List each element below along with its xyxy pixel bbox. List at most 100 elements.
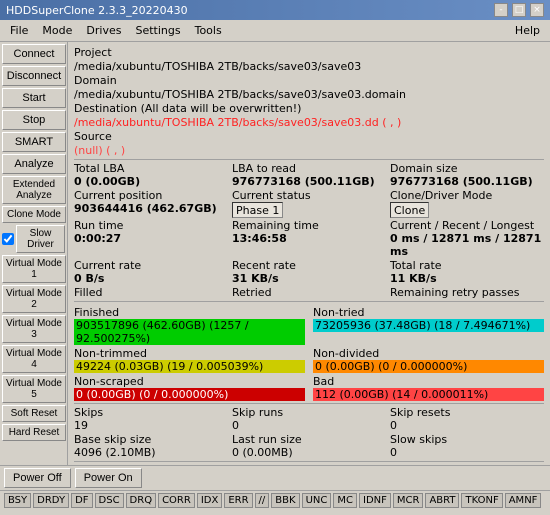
slow-skips-label: Slow skips: [390, 433, 544, 446]
virtual-mode-5-button[interactable]: Virtual Mode 5: [2, 375, 66, 403]
status-idnf: IDNF: [359, 493, 391, 508]
status-tkonf: TKONF: [461, 493, 502, 508]
menu-tools[interactable]: Tools: [189, 22, 228, 39]
recent-rate-label: Recent rate: [232, 259, 386, 272]
menu-file[interactable]: File: [4, 22, 34, 39]
destination-label: Destination (All data will be overwritte…: [74, 102, 301, 115]
project-value-row: /media/xubuntu/TOSHIBA 2TB/backs/save03/…: [74, 60, 544, 73]
extended-analyze-button[interactable]: Extended Analyze: [2, 176, 66, 204]
status-dsc: DSC: [95, 493, 124, 508]
current-recent-longest-label: Current / Recent / Longest: [390, 219, 544, 232]
bad-label: Bad: [313, 375, 544, 388]
connect-button[interactable]: Connect: [2, 44, 66, 64]
smart-button[interactable]: SMART: [2, 132, 66, 152]
domain-size-value: 976773168 (500.11GB): [390, 175, 544, 188]
domain-row: Domain: [74, 74, 544, 87]
finished-label: Finished: [74, 306, 305, 319]
current-pos-value: 903644416 (462.67GB): [74, 202, 228, 215]
source-label-row: Source: [74, 130, 544, 143]
slow-driver-checkbox[interactable]: [2, 233, 14, 245]
slow-driver-row: Slow Driver: [2, 225, 65, 253]
maximize-button[interactable]: □: [512, 3, 526, 17]
menu-drives[interactable]: Drives: [80, 22, 127, 39]
virtual-mode-1-button[interactable]: Virtual Mode 1: [2, 255, 66, 283]
status-bar: BSY DRDY DF DSC DRQ CORR IDX ERR // BBK …: [0, 490, 550, 510]
total-rate-cell: Total rate 11 KB/s: [390, 259, 544, 285]
skips-label: Skips: [74, 406, 228, 419]
clone-mode-cell: Clone/Driver Mode Clone: [390, 189, 544, 218]
domain-size-cell: Domain size 976773168 (500.11GB): [390, 162, 544, 188]
info-grid: Total LBA 0 (0.00GB) LBA to read 9767731…: [74, 162, 544, 299]
left-panel: Connect Disconnect Start Stop SMART Anal…: [0, 42, 68, 465]
virtual-mode-2-button[interactable]: Virtual Mode 2: [2, 285, 66, 313]
remaining-retry-label: Remaining retry passes: [390, 286, 544, 299]
skip-resets-value: 0: [390, 419, 544, 432]
skip-runs-cell: Skip runs 0: [232, 406, 386, 432]
destination-value: /media/xubuntu/TOSHIBA 2TB/backs/save03/…: [74, 116, 401, 129]
run-time-label: Run time: [74, 219, 228, 232]
bad-value: 112 (0.00GB) (14 / 0.000011%): [313, 388, 544, 401]
menu-mode[interactable]: Mode: [36, 22, 78, 39]
clone-mode-button[interactable]: Clone Mode: [2, 206, 66, 223]
virtual-mode-4-button[interactable]: Virtual Mode 4: [2, 345, 66, 373]
finished-stat: Finished 903517896 (462.60GB) (1257 / 92…: [74, 306, 305, 345]
title-buttons[interactable]: - □ ×: [494, 3, 544, 17]
non-divided-stat: Non-divided 0 (0.00GB) (0 / 0.000000%): [313, 347, 544, 373]
non-divided-label: Non-divided: [313, 347, 544, 360]
virtual-mode-3-button[interactable]: Virtual Mode 3: [2, 315, 66, 343]
project-label: Project: [74, 46, 194, 59]
status-mcr: MCR: [393, 493, 424, 508]
analyze-button[interactable]: Analyze: [2, 154, 66, 174]
current-rate-label: Current rate: [74, 259, 228, 272]
status-err: ERR: [224, 493, 252, 508]
retried-label: Retried: [232, 286, 386, 299]
skip-runs-label: Skip runs: [232, 406, 386, 419]
slow-driver-button[interactable]: Slow Driver: [16, 225, 65, 253]
current-recent-longest-cell: Current / Recent / Longest 0 ms / 12871 …: [390, 219, 544, 258]
finished-value: 903517896 (462.60GB) (1257 / 92.500275%): [74, 319, 305, 345]
power-on-button[interactable]: Power On: [75, 468, 142, 488]
lba-to-read-cell: LBA to read 976773168 (500.11GB): [232, 162, 386, 188]
hard-reset-button[interactable]: Hard Reset: [2, 424, 66, 441]
close-button[interactable]: ×: [530, 3, 544, 17]
non-tried-value: 73205936 (37.48GB) (18 / 7.494671%): [313, 319, 544, 332]
retried-cell: Retried: [232, 286, 386, 299]
run-time-cell: Run time 0:00:27: [74, 219, 228, 258]
skips-value: 19: [74, 419, 228, 432]
skips-grid: Skips 19 Skip runs 0 Skip resets 0 Base …: [74, 406, 544, 459]
menu-settings[interactable]: Settings: [129, 22, 186, 39]
destination-label-row: Destination (All data will be overwritte…: [74, 102, 544, 115]
source-value-row: (null) ( , ): [74, 144, 544, 157]
power-off-button[interactable]: Power Off: [4, 468, 71, 488]
current-pos-cell: Current position 903644416 (462.67GB): [74, 189, 228, 218]
lba-to-read-value: 976773168 (500.11GB): [232, 175, 386, 188]
base-skip-value: 4096 (2.10MB): [74, 446, 228, 459]
non-trimmed-label: Non-trimmed: [74, 347, 305, 360]
disconnect-button[interactable]: Disconnect: [2, 66, 66, 86]
start-button[interactable]: Start: [2, 88, 66, 108]
menu-help[interactable]: Help: [509, 22, 546, 39]
divider-2: [74, 301, 544, 302]
source-label: Source: [74, 130, 194, 143]
stats-section: Finished 903517896 (462.60GB) (1257 / 92…: [74, 306, 544, 401]
current-status-value: Phase 1: [232, 202, 283, 218]
status-bsy: BSY: [4, 493, 31, 508]
status-slash: //: [255, 493, 270, 508]
menu-bar: File Mode Drives Settings Tools Help: [0, 20, 550, 42]
stop-button[interactable]: Stop: [2, 110, 66, 130]
current-status-cell: Current status Phase 1: [232, 189, 386, 218]
filled-label: Filled: [74, 286, 228, 299]
skip-resets-label: Skip resets: [390, 406, 544, 419]
recent-rate-cell: Recent rate 31 KB/s: [232, 259, 386, 285]
base-skip-cell: Base skip size 4096 (2.10MB): [74, 433, 228, 459]
last-run-value: 0 (0.00MB): [232, 446, 386, 459]
soft-reset-button[interactable]: Soft Reset: [2, 405, 66, 422]
run-time-value: 0:00:27: [74, 232, 228, 245]
non-trimmed-stat: Non-trimmed 49224 (0.03GB) (19 / 0.00503…: [74, 347, 305, 373]
destination-value-row: /media/xubuntu/TOSHIBA 2TB/backs/save03/…: [74, 116, 544, 129]
domain-size-label: Domain size: [390, 162, 544, 175]
slow-skips-cell: Slow skips 0: [390, 433, 544, 459]
minimize-button[interactable]: -: [494, 3, 508, 17]
status-df: DF: [71, 493, 92, 508]
non-scraped-stat: Non-scraped 0 (0.00GB) (0 / 0.000000%): [74, 375, 305, 401]
